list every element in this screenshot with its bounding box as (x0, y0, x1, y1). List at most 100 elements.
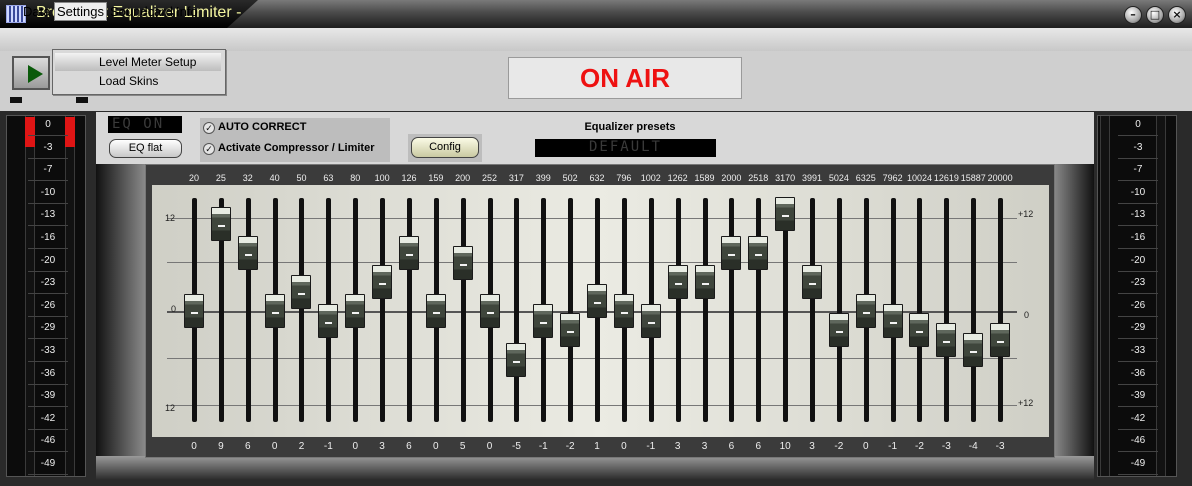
band-slider-knob[interactable] (452, 245, 473, 280)
band-slider-knob[interactable] (210, 206, 231, 241)
band-slider-knob[interactable] (533, 303, 554, 338)
band-slider-knob[interactable] (802, 264, 822, 299)
config-button[interactable]: Config (411, 137, 479, 158)
left-scale-label: -13 (40, 209, 56, 221)
compressor-checkbox[interactable]: ✓ (203, 143, 215, 155)
left-scale-tick (28, 406, 68, 408)
band-slider-knob[interactable] (667, 264, 688, 299)
right-scale-label: -13 (1130, 209, 1146, 221)
band-frequency-label: 20000 (987, 173, 1013, 183)
band-slider-knob[interactable] (936, 323, 957, 358)
right-scale-label: 0 (1135, 119, 1141, 130)
band-slider-knob[interactable] (506, 342, 527, 377)
right-scale-label: -33 (1130, 345, 1146, 356)
eq-scale-left-bottom: 12 (165, 403, 176, 413)
eq-scale-right-top: +12 (1018, 209, 1034, 219)
band-slider-track[interactable] (810, 198, 815, 422)
band-slider-knob[interactable] (640, 303, 661, 338)
left-scale-tick (28, 474, 68, 475)
menu-load-skins[interactable]: Load Skins (55, 72, 221, 90)
band-slider-knob[interactable] (828, 313, 849, 348)
band-slider-knob[interactable] (775, 197, 796, 231)
band-slider-knob[interactable] (855, 294, 876, 328)
band-slider-track[interactable] (299, 198, 305, 422)
band-slider-knob[interactable] (425, 294, 446, 328)
band-slider-knob[interactable] (990, 323, 1011, 358)
band-slider-knob[interactable] (372, 264, 393, 299)
band-slider-knob[interactable] (318, 303, 339, 338)
band-slider-track[interactable] (971, 198, 977, 422)
left-scale-label: -36 (40, 367, 56, 379)
right-scale-tick (1118, 225, 1158, 227)
right-scale-tick (1118, 180, 1158, 182)
band-slider-track[interactable] (783, 198, 789, 422)
band-slider-track[interactable] (756, 198, 762, 422)
close-icon[interactable]: × (1168, 6, 1186, 24)
maximize-icon[interactable]: □ (1146, 6, 1164, 24)
left-scale-label: -29 (40, 322, 56, 334)
band-slider-track[interactable] (568, 198, 574, 422)
band-slider-knob[interactable] (264, 294, 285, 328)
knob-marker (674, 282, 682, 285)
menu-data[interactable]: Data (23, 4, 50, 19)
band-slider-track[interactable] (675, 198, 681, 422)
right-scale-tick (1118, 293, 1158, 295)
minimize-icon[interactable]: – (1124, 6, 1142, 24)
menu-info[interactable]: Info (176, 4, 198, 19)
band-slider-knob[interactable] (694, 264, 715, 299)
band-slider-knob[interactable] (560, 313, 581, 348)
band-slider-track[interactable] (944, 198, 950, 422)
band-slider-knob[interactable] (721, 235, 742, 270)
band-slider-track[interactable] (702, 198, 708, 422)
band-slider-knob[interactable] (237, 235, 258, 270)
knob-marker (755, 253, 763, 256)
band-slider-track[interactable] (380, 198, 386, 422)
band-slider-track[interactable] (729, 198, 735, 422)
menu-level-meter-setup[interactable]: Level Meter Setup (55, 53, 221, 71)
right-meter-bar-1 (1100, 116, 1110, 476)
eq-grid-top (167, 218, 1017, 219)
band-slider-track[interactable] (917, 198, 923, 422)
right-scale-label: -49 (1130, 458, 1146, 469)
left-scale-tick (28, 225, 68, 227)
knob-marker (486, 312, 494, 314)
left-scale-label: 0 (45, 119, 51, 130)
menu-settings[interactable]: Settings (54, 2, 107, 21)
band-slider-knob[interactable] (963, 332, 984, 367)
band-slider-track[interactable] (836, 198, 842, 422)
band-slider-knob[interactable] (613, 294, 634, 328)
band-slider-track[interactable] (514, 198, 520, 422)
knob-marker (997, 341, 1005, 344)
band-slider-track[interactable] (998, 198, 1004, 422)
menu-soundcard[interactable]: Soundcard (110, 4, 173, 19)
band-slider-knob[interactable] (587, 284, 608, 319)
right-scale-tick (1118, 202, 1158, 204)
left-scale-label: -20 (40, 254, 56, 266)
right-scale-tick (1118, 315, 1158, 317)
settings-dropdown: Level Meter Setup Load Skins (52, 49, 226, 95)
knob-marker (647, 321, 655, 324)
band-slider-knob[interactable] (184, 294, 204, 328)
auto-correct-checkbox[interactable]: ✓ (203, 122, 215, 134)
band-slider-knob[interactable] (748, 235, 769, 270)
band-slider-knob[interactable] (291, 274, 312, 309)
band-slider-knob[interactable] (398, 235, 419, 270)
left-meter-scale: 0 -3 -7 -10 -13 -16 -20 -23 -26 -29 -33 -36 -39 -42 -4… (28, 115, 68, 475)
eq-grid-upper (167, 262, 1017, 263)
preset-display[interactable]: DEFAULT (535, 139, 716, 157)
band-slider-track[interactable] (406, 198, 412, 422)
band-slider-knob[interactable] (882, 303, 903, 338)
right-meter-scale: 0 -3 -7 -10 -13 -16 -20 -23 -26 -29 -33 -36 -39 -42 -4… (1118, 115, 1158, 475)
play-button[interactable] (12, 56, 50, 90)
left-led (10, 97, 22, 103)
band-slider-knob[interactable] (909, 313, 930, 348)
eq-scale-right-center: 0 (1024, 310, 1030, 320)
band-slider-knob[interactable] (479, 294, 500, 328)
knob-marker (325, 321, 333, 324)
eq-flat-button[interactable]: EQ flat (109, 139, 182, 158)
band-slider-track[interactable] (245, 198, 251, 422)
left-scale-tick (28, 157, 68, 159)
band-slider-track[interactable] (460, 198, 466, 422)
left-scale-label: -26 (40, 299, 56, 311)
band-slider-knob[interactable] (345, 294, 366, 328)
